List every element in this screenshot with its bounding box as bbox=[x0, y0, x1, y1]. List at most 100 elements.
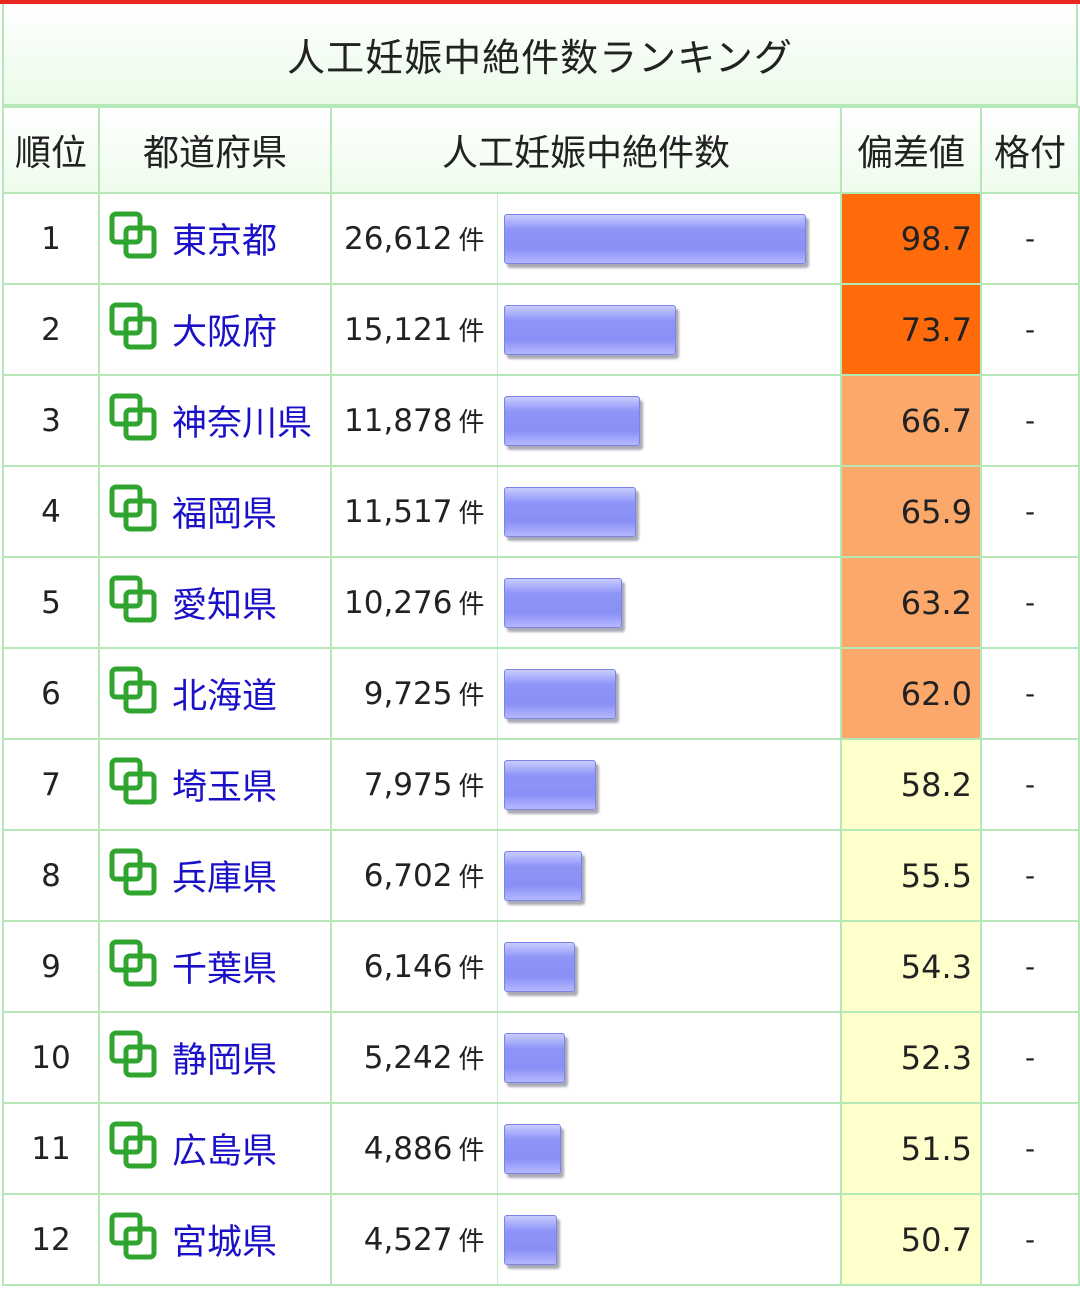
count-cell: 26,612 件 bbox=[330, 192, 498, 285]
count-value: 26,612 bbox=[344, 221, 453, 257]
count-unit: 件 bbox=[458, 590, 485, 620]
count-unit: 件 bbox=[458, 772, 485, 802]
rank-value: 8 bbox=[41, 857, 61, 894]
prefecture-cell: 愛知県 bbox=[98, 556, 332, 649]
header-deviation: 偏差値 bbox=[840, 106, 983, 194]
count-bar bbox=[503, 486, 636, 537]
count-cell: 7,975 件 bbox=[330, 738, 498, 831]
bar-cell bbox=[496, 1102, 843, 1195]
table-row: 6 北海道 9,725 件 62.0 - bbox=[2, 647, 1080, 740]
count-unit: 件 bbox=[458, 1045, 485, 1075]
count-cell: 4,527 件 bbox=[330, 1193, 498, 1286]
deviation-cell: 73.7 bbox=[840, 283, 983, 376]
count-value: 10,276 bbox=[344, 585, 453, 621]
rank-value: 12 bbox=[31, 1221, 71, 1258]
header-rank: 順位 bbox=[2, 106, 100, 194]
link-icon[interactable] bbox=[108, 1029, 158, 1087]
prefecture-link[interactable]: 宮城県 bbox=[172, 1214, 277, 1265]
deviation-value: 63.2 bbox=[900, 583, 973, 622]
rank-cell: 2 bbox=[2, 283, 100, 376]
grade-cell: - bbox=[980, 647, 1080, 740]
prefecture-cell: 広島県 bbox=[98, 1102, 332, 1195]
grade-cell: - bbox=[980, 1011, 1080, 1104]
count-bar bbox=[503, 668, 616, 719]
prefecture-link[interactable]: 兵庫県 bbox=[172, 850, 277, 901]
prefecture-link[interactable]: 東京都 bbox=[172, 213, 277, 264]
link-icon[interactable] bbox=[108, 574, 158, 632]
header-grade: 格付 bbox=[980, 106, 1080, 194]
link-icon[interactable] bbox=[108, 938, 158, 996]
rank-value: 1 bbox=[41, 220, 61, 257]
prefecture-link[interactable]: 神奈川県 bbox=[172, 395, 312, 446]
deviation-value: 98.7 bbox=[900, 219, 973, 258]
grade-cell: - bbox=[980, 465, 1080, 558]
link-icon[interactable] bbox=[108, 847, 158, 905]
table-row: 3 神奈川県 11,878 件 66.7 - bbox=[2, 374, 1080, 467]
rank-value: 7 bbox=[41, 766, 61, 803]
link-icon[interactable] bbox=[108, 1211, 158, 1269]
grade-value: - bbox=[1024, 495, 1036, 528]
count-bar bbox=[503, 941, 575, 992]
count-cell: 6,146 件 bbox=[330, 920, 498, 1013]
link-icon[interactable] bbox=[108, 210, 158, 268]
prefecture-cell: 大阪府 bbox=[98, 283, 332, 376]
deviation-value: 55.5 bbox=[900, 856, 973, 895]
table-row: 10 静岡県 5,242 件 52.3 - bbox=[2, 1011, 1080, 1104]
prefecture-link[interactable]: 埼玉県 bbox=[172, 759, 277, 810]
prefecture-link[interactable]: 広島県 bbox=[172, 1123, 277, 1174]
count-value: 9,725 bbox=[363, 676, 453, 712]
rank-cell: 12 bbox=[2, 1193, 100, 1286]
deviation-value: 66.7 bbox=[900, 401, 973, 440]
link-icon[interactable] bbox=[108, 1120, 158, 1178]
rank-cell: 11 bbox=[2, 1102, 100, 1195]
grade-cell: - bbox=[980, 738, 1080, 831]
count-cell: 11,878 件 bbox=[330, 374, 498, 467]
grade-value: - bbox=[1024, 768, 1036, 801]
header-prefecture: 都道府県 bbox=[98, 106, 332, 194]
count-unit: 件 bbox=[458, 317, 485, 347]
link-icon[interactable] bbox=[108, 756, 158, 814]
link-icon[interactable] bbox=[108, 301, 158, 359]
rank-cell: 4 bbox=[2, 465, 100, 558]
count-cell: 4,886 件 bbox=[330, 1102, 498, 1195]
ranking-title: 人工妊娠中絶件数ランキング bbox=[2, 4, 1078, 106]
prefecture-link[interactable]: 大阪府 bbox=[172, 304, 277, 355]
grade-value: - bbox=[1024, 1041, 1036, 1074]
grade-value: - bbox=[1024, 222, 1036, 255]
bar-cell bbox=[496, 738, 843, 831]
count-bar bbox=[503, 1214, 557, 1265]
prefecture-cell: 兵庫県 bbox=[98, 829, 332, 922]
bar-cell bbox=[496, 647, 843, 740]
count-unit: 件 bbox=[458, 954, 485, 984]
prefecture-link[interactable]: 千葉県 bbox=[172, 941, 277, 992]
grade-value: - bbox=[1024, 586, 1036, 619]
grade-value: - bbox=[1024, 859, 1036, 892]
count-unit: 件 bbox=[458, 1227, 485, 1257]
rank-value: 10 bbox=[31, 1039, 71, 1076]
grade-cell: - bbox=[980, 1193, 1080, 1286]
bar-cell bbox=[496, 920, 843, 1013]
rank-cell: 5 bbox=[2, 556, 100, 649]
count-value: 4,886 bbox=[363, 1131, 453, 1167]
prefecture-link[interactable]: 静岡県 bbox=[172, 1032, 277, 1083]
prefecture-link[interactable]: 福岡県 bbox=[172, 486, 277, 537]
rank-cell: 6 bbox=[2, 647, 100, 740]
prefecture-link[interactable]: 愛知県 bbox=[172, 577, 277, 628]
link-icon[interactable] bbox=[108, 392, 158, 450]
grade-cell: - bbox=[980, 920, 1080, 1013]
deviation-cell: 50.7 bbox=[840, 1193, 983, 1286]
rank-value: 3 bbox=[41, 402, 61, 439]
bar-cell bbox=[496, 1193, 843, 1286]
bar-cell bbox=[496, 465, 843, 558]
count-bar bbox=[503, 1123, 561, 1174]
count-bar bbox=[503, 1032, 565, 1083]
link-icon[interactable] bbox=[108, 483, 158, 541]
grade-value: - bbox=[1024, 1132, 1036, 1165]
count-value: 6,702 bbox=[363, 858, 453, 894]
deviation-value: 51.5 bbox=[900, 1129, 973, 1168]
deviation-value: 50.7 bbox=[900, 1220, 973, 1259]
count-bar bbox=[503, 213, 806, 264]
bar-cell bbox=[496, 192, 843, 285]
link-icon[interactable] bbox=[108, 665, 158, 723]
prefecture-link[interactable]: 北海道 bbox=[172, 668, 277, 719]
